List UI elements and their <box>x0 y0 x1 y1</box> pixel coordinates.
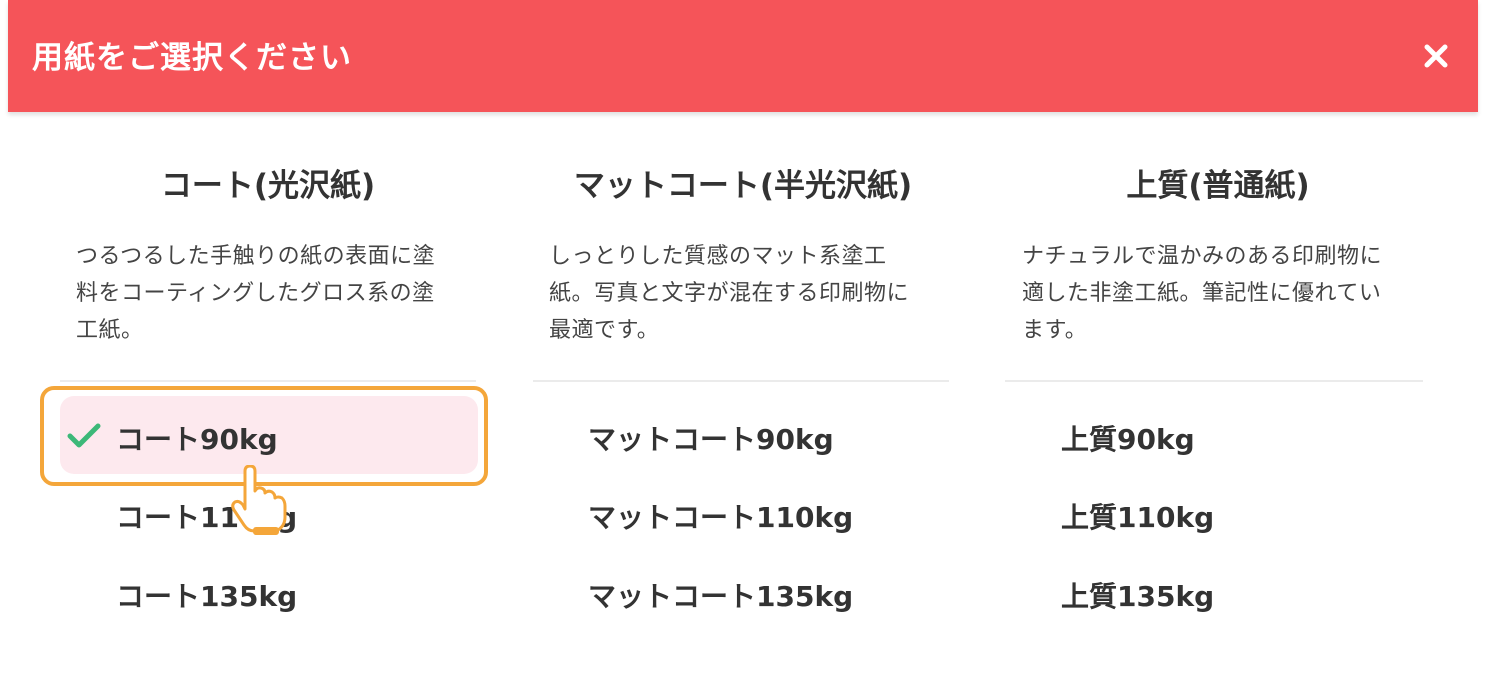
option-woodfree-110kg[interactable]: 上質110kg <box>1061 496 1214 536</box>
dialog-title: 用紙をご選択ください <box>32 40 352 76</box>
option-mattcoat-110kg[interactable]: マットコート110kg <box>588 496 853 536</box>
coat-description: つるつるした手触りの紙の表面に塗料をコーティングしたグロス系の塗工紙。 <box>76 244 436 343</box>
option-coat-90kg[interactable]: コート90kg <box>116 418 278 458</box>
close-icon <box>1424 44 1448 68</box>
option-coat-135kg[interactable]: コート135kg <box>116 575 297 615</box>
hand-pointer-icon <box>231 465 287 535</box>
dialog-header: 用紙をご選択ください <box>8 0 1478 112</box>
option-mattcoat-90kg[interactable]: マットコート90kg <box>588 418 834 458</box>
coat-heading: コート(光沢紙) <box>160 168 376 204</box>
coat-divider <box>60 380 476 382</box>
woodfree-description: ナチュラルで温かみのある印刷物に適した非塗工紙。筆記性に優れています。 <box>1022 244 1383 343</box>
mattcoat-description: しっとりした質感のマット系塗工紙。写真と文字が混在する印刷物に最適です。 <box>549 244 910 343</box>
woodfree-heading: 上質(普通紙) <box>1126 168 1310 204</box>
check-icon <box>67 423 101 448</box>
paper-select-dialog: 用紙をご選択ください コート(光沢紙) つるつるした手触りの紙の表面に塗料をコー… <box>8 0 1478 700</box>
mattcoat-divider <box>533 380 949 382</box>
option-woodfree-90kg[interactable]: 上質90kg <box>1061 418 1195 458</box>
woodfree-divider <box>1005 380 1423 382</box>
option-mattcoat-135kg[interactable]: マットコート135kg <box>588 575 853 615</box>
mattcoat-heading: マットコート(半光沢紙) <box>573 168 913 204</box>
close-button[interactable] <box>1418 38 1454 74</box>
option-woodfree-135kg[interactable]: 上質135kg <box>1061 575 1214 615</box>
